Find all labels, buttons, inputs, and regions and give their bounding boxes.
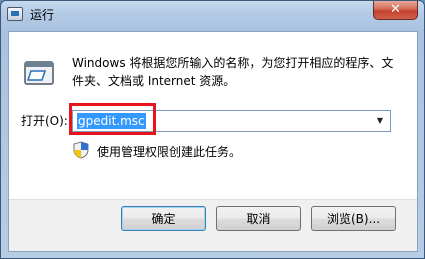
title-bar[interactable]: 运行 ✕ [1, 1, 424, 31]
admin-privilege-note: 使用管理权限创建此任务。 [97, 145, 242, 159]
chevron-down-icon[interactable]: ▼ [372, 112, 388, 130]
cancel-button[interactable]: 取消 [216, 206, 301, 231]
description-text: Windows 将根据您所输入的名称，为您打开相应的程序、文件夹、文档或 Int… [72, 56, 394, 88]
ok-button[interactable]: 确定 [121, 206, 206, 231]
run-program-icon [24, 61, 54, 85]
annotation-highlight-box [69, 103, 156, 135]
open-label: 打开(O): [21, 114, 68, 128]
close-icon: ✕ [390, 2, 401, 17]
dialog-body: Windows 将根据您所输入的名称，为您打开相应的程序、文件夹、文档或 Int… [8, 31, 418, 252]
uac-shield-icon [73, 141, 89, 159]
close-button[interactable]: ✕ [373, 1, 418, 20]
run-dialog-window: 运行 ✕ Windows 将根据您所输入的名称，为您打开相应的程序、文件夹、文档… [0, 0, 425, 259]
window-title: 运行 [30, 8, 55, 22]
run-program-icon [7, 7, 23, 21]
browse-button[interactable]: 浏览(B)... [311, 206, 396, 231]
